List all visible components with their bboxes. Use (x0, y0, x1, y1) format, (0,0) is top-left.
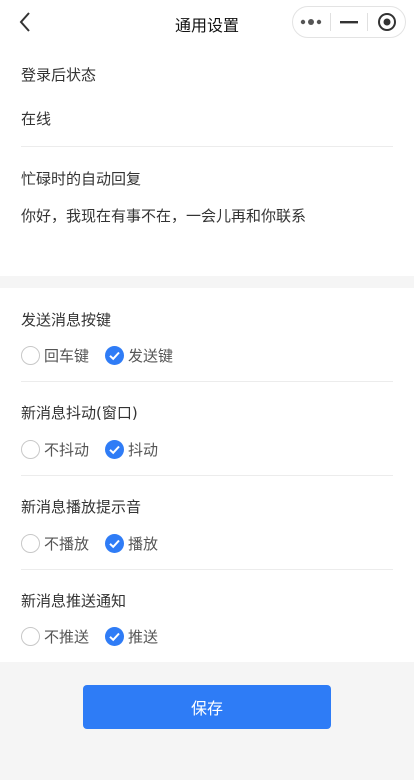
option-label: 抖动 (128, 441, 159, 459)
auto-reply-label: 忙碌时的自动回复 (21, 170, 142, 188)
minimize-button[interactable] (331, 7, 368, 37)
radio-unchecked-icon[interactable] (21, 534, 40, 553)
nav-bar: 通用设置 (0, 0, 414, 44)
option-label: 发送键 (128, 347, 174, 365)
option-label: 不抖动 (44, 441, 90, 459)
radio-unchecked-icon[interactable] (21, 346, 40, 365)
shake-option-off[interactable]: 不抖动 (21, 439, 89, 460)
sound-label: 新消息播放提示音 (21, 498, 142, 516)
option-label: 不播放 (44, 535, 90, 553)
status-value[interactable]: 在线 (21, 108, 51, 129)
message-settings-card: 发送消息按键 回车键 发送键 新消息抖动(窗口) 不抖动 抖动 新消息播放提示音… (0, 288, 414, 662)
status-label: 登录后状态 (21, 66, 97, 84)
send-key-option-enter[interactable]: 回车键 (21, 345, 89, 366)
close-button[interactable] (368, 7, 405, 37)
minimize-icon (340, 21, 358, 24)
radio-checked-icon[interactable] (105, 440, 124, 459)
push-label: 新消息推送通知 (21, 592, 127, 610)
radio-unchecked-icon[interactable] (21, 627, 40, 646)
divider (21, 381, 393, 382)
send-key-label: 发送消息按键 (21, 311, 112, 329)
auto-reply-value[interactable]: 你好，我现在有事不在，一会儿再和你联系 (21, 205, 306, 226)
divider (21, 146, 393, 147)
push-option-off[interactable]: 不推送 (21, 626, 89, 647)
save-button[interactable]: 保存 (83, 685, 331, 729)
divider (21, 475, 393, 476)
mini-program-capsule (292, 6, 406, 38)
more-button[interactable] (293, 7, 330, 37)
push-option-on[interactable]: 推送 (105, 626, 158, 647)
shake-option-on[interactable]: 抖动 (105, 439, 158, 460)
radio-checked-icon[interactable] (105, 627, 124, 646)
divider (21, 569, 393, 570)
radio-unchecked-icon[interactable] (21, 440, 40, 459)
sound-option-on[interactable]: 播放 (105, 533, 158, 554)
status-card: 登录后状态 在线 忙碌时的自动回复 你好，我现在有事不在，一会儿再和你联系 (0, 44, 414, 276)
option-label: 播放 (128, 535, 159, 553)
send-key-option-send[interactable]: 发送键 (105, 345, 173, 366)
more-dots-icon (301, 19, 322, 25)
sound-option-off[interactable]: 不播放 (21, 533, 89, 554)
option-label: 回车键 (44, 347, 90, 365)
radio-checked-icon[interactable] (105, 534, 124, 553)
target-circle-icon (377, 13, 396, 31)
option-label: 推送 (128, 628, 159, 646)
option-label: 不推送 (44, 628, 90, 646)
radio-checked-icon[interactable] (105, 346, 124, 365)
shake-label: 新消息抖动(窗口) (21, 404, 138, 422)
